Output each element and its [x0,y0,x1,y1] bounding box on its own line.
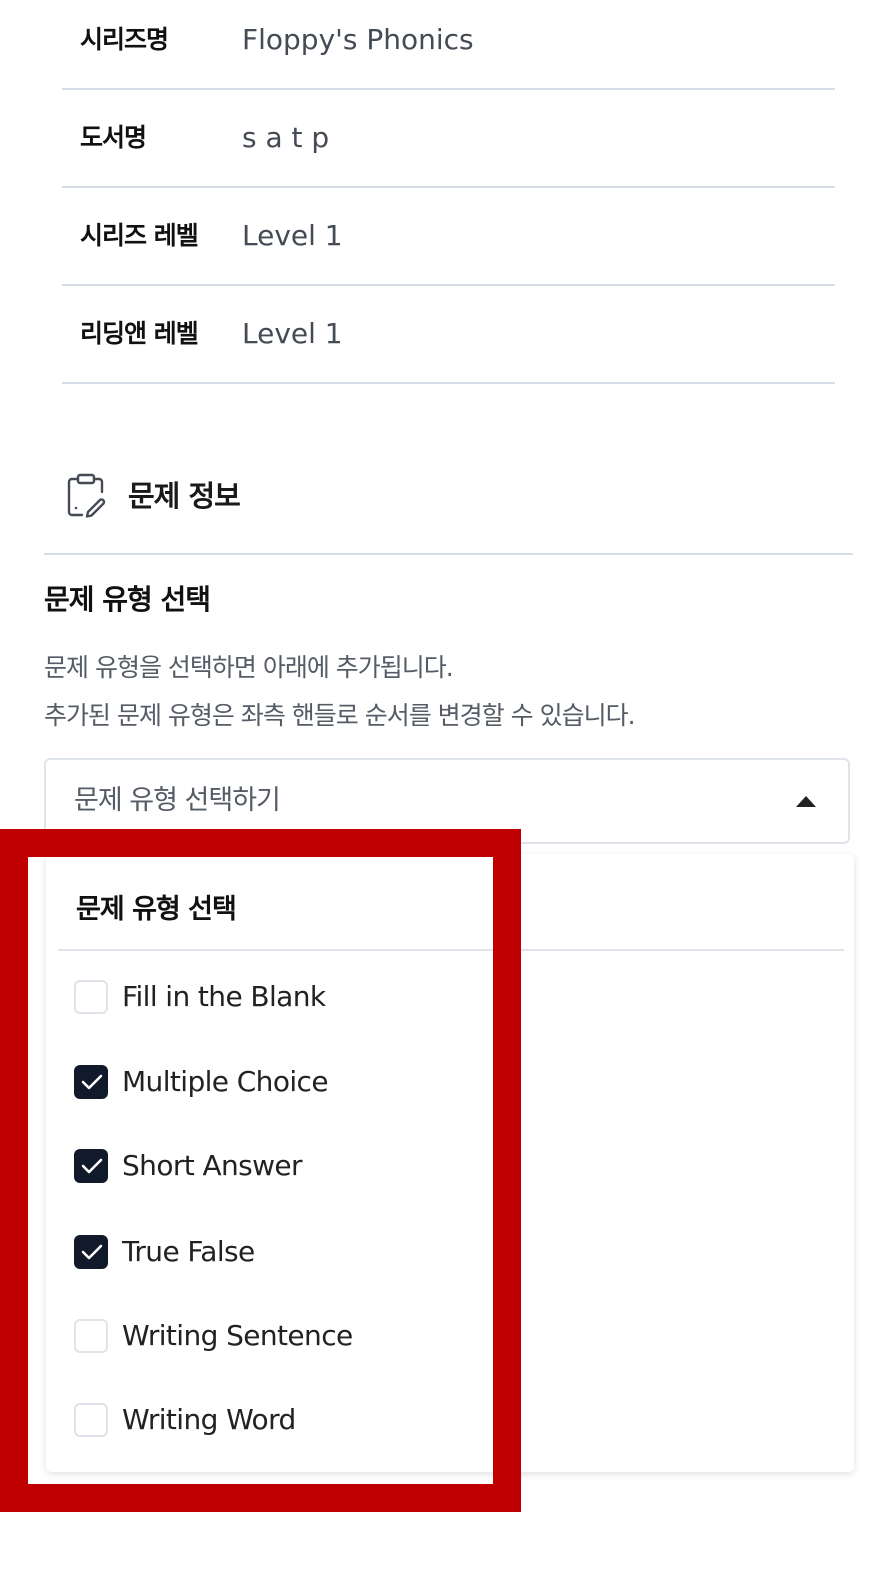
option-label: Short Answer [122,1149,303,1182]
clipboard-edit-icon [67,473,106,518]
check-icon [81,1244,103,1260]
option-writing-word[interactable]: Writing Word [74,1395,494,1445]
option-true-false[interactable]: True False [74,1227,494,1277]
info-value: Floppy's Phonics [242,23,474,56]
check-icon [81,1158,103,1174]
checkbox-checked[interactable] [74,1065,108,1099]
info-row-reading-level: 리딩앤 레벨 Level 1 [62,286,835,384]
description-line-1: 문제 유형을 선택하면 아래에 추가됩니다. [44,653,454,682]
dropdown-header: 문제 유형 선택 [76,894,237,925]
dropdown-divider [58,949,844,951]
info-value: Level 1 [242,317,343,350]
question-info-header: 문제 정보 [66,470,466,522]
option-label: True False [122,1235,255,1268]
info-row-series-level: 시리즈 레벨 Level 1 [62,188,835,286]
checkbox[interactable] [74,1319,108,1353]
question-type-select[interactable]: 문제 유형 선택하기 [44,758,850,844]
checkbox-checked[interactable] [74,1235,108,1269]
info-label: 시리즈 레벨 [80,221,199,250]
description-line-2: 추가된 문제 유형은 좌측 핸들로 순서를 변경할 수 있습니다. [44,701,636,730]
info-label: 시리즈명 [80,25,169,54]
section-divider [44,553,853,555]
option-label: Fill in the Blank [122,980,326,1013]
checkbox[interactable] [74,980,108,1014]
info-label: 리딩앤 레벨 [80,319,199,348]
info-value: s a t p [242,121,330,154]
page: 시리즈명 Floppy's Phonics 도서명 s a t p 시리즈 레벨… [0,0,885,1570]
info-row-book-name: 도서명 s a t p [62,90,835,188]
section-title: 문제 정보 [128,479,241,513]
caret-up-icon [796,796,816,807]
option-multiple-choice[interactable]: Multiple Choice [74,1057,494,1107]
check-icon [81,1074,103,1090]
option-writing-sentence[interactable]: Writing Sentence [74,1311,494,1361]
info-row-series-name: 시리즈명 Floppy's Phonics [62,0,835,90]
checkbox[interactable] [74,1403,108,1437]
option-label: Multiple Choice [122,1065,329,1098]
question-type-dropdown: 문제 유형 선택 Fill in the Blank Multiple Choi… [46,854,854,1472]
question-type-subtitle: 문제 유형 선택 [44,583,211,616]
info-value: Level 1 [242,219,343,252]
select-value: 문제 유형 선택하기 [74,785,281,816]
option-label: Writing Sentence [122,1319,353,1352]
checkbox-checked[interactable] [74,1149,108,1183]
info-label: 도서명 [80,123,147,152]
option-label: Writing Word [122,1403,296,1436]
option-fill-in-the-blank[interactable]: Fill in the Blank [74,972,494,1022]
option-short-answer[interactable]: Short Answer [74,1141,494,1191]
